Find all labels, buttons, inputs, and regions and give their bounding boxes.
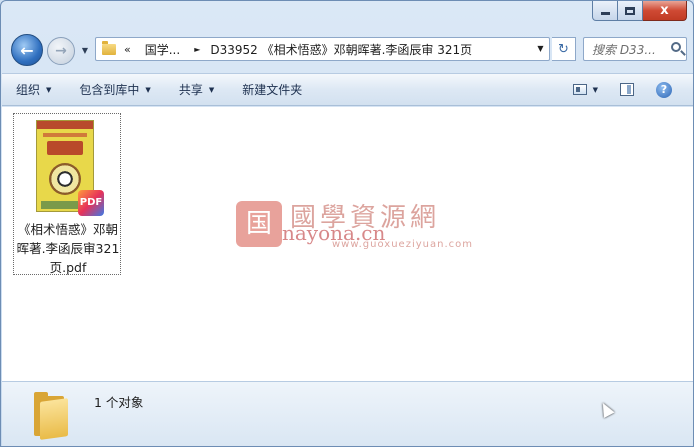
chevron-down-icon: ▼ [208, 85, 215, 94]
pdf-icon: PDF [78, 190, 104, 216]
search-placeholder: 搜索 D33... [592, 42, 656, 57]
watermark-seal: 国 [236, 201, 282, 247]
folder-front [40, 398, 68, 440]
watermark-url: www.guoxueziyuan.com [332, 239, 473, 250]
close-icon: x [660, 3, 669, 18]
folder-icon [102, 40, 116, 55]
command-bar: 组织 ▼ 包含到库中 ▼ 共享 ▼ 新建文件夹 ▼ ? [2, 73, 693, 106]
new-folder-label: 新建文件夹 [242, 83, 303, 97]
thumbnail-band [43, 133, 87, 137]
maximize-button[interactable] [618, 1, 643, 21]
organize-label: 组织 [16, 83, 41, 97]
forward-button[interactable]: → [47, 37, 75, 65]
details-pane: 1 个对象 [2, 381, 693, 446]
change-view-icon[interactable] [572, 84, 587, 95]
recent-pages-button[interactable]: ▼ [79, 45, 91, 57]
navigation-row: ← → ▼ « 国学... ► D33952 《相术悟惑》邓朝晖著.李函辰审 3… [1, 29, 693, 67]
share-button[interactable]: 共享 ▼ [179, 81, 214, 98]
folder-icon [30, 392, 70, 440]
breadcrumb-separator-icon[interactable]: ► [194, 45, 200, 54]
chevron-down-icon: ▼ [145, 85, 151, 94]
include-in-library-label: 包含到库中 [79, 83, 140, 97]
minimize-icon [600, 12, 610, 15]
caption-buttons: x [592, 1, 687, 21]
view-options-button[interactable]: ▼ [593, 86, 598, 94]
help-icon[interactable]: ? [656, 81, 672, 98]
close-button[interactable]: x [643, 1, 687, 21]
preview-pane-icon[interactable] [620, 83, 634, 96]
address-dropdown-button[interactable]: ▼ [532, 38, 549, 60]
share-label: 共享 [178, 83, 203, 97]
thumbnail-bagua-circle [49, 163, 81, 195]
chevron-down-icon: ▼ [81, 46, 89, 55]
item-count: 1 个对象 [94, 395, 144, 410]
back-button[interactable]: ← [11, 34, 43, 66]
chevron-down-icon: ▼ [46, 85, 52, 94]
file-name: 《相术悟惑》邓朝晖著.李函辰审321页.pdf [16, 222, 120, 275]
thumbnail-header [37, 121, 93, 129]
file-item[interactable]: PDF 《相术悟惑》邓朝晖著.李函辰审321页.pdf [13, 113, 121, 275]
breadcrumb-segment-current[interactable]: D33952 《相术悟惑》邓朝晖著.李函辰审 321页 [210, 41, 472, 58]
breadcrumb-segment[interactable]: 国学... [145, 41, 180, 58]
search-icon[interactable] [671, 42, 681, 52]
watermark: 国 國學資源網 nayona.cn www.guoxueziyuan.com [232, 195, 472, 255]
command-bar-right: ▼ ? [572, 74, 693, 105]
include-in-library-button[interactable]: 包含到库中 ▼ [79, 81, 150, 98]
organize-menu-button[interactable]: 组织 ▼ [16, 81, 51, 98]
search-input[interactable]: 搜索 D33... [583, 37, 687, 61]
forward-arrow-icon: → [55, 43, 67, 59]
address-bar[interactable]: « 国学... ► D33952 《相术悟惑》邓朝晖著.李函辰审 321页 ▼ [95, 37, 550, 61]
breadcrumb-overflow-button[interactable]: « [124, 43, 131, 56]
new-folder-button[interactable]: 新建文件夹 [242, 81, 302, 98]
mouse-cursor-icon [597, 400, 615, 418]
thumbnail-title-block [47, 141, 83, 155]
refresh-button[interactable]: ↻ [552, 37, 576, 61]
minimize-button[interactable] [592, 1, 618, 21]
refresh-icon: ↻ [558, 41, 569, 57]
file-list-area[interactable]: PDF 《相术悟惑》邓朝晖著.李函辰审321页.pdf 国 國學資源網 nayo… [2, 107, 693, 381]
explorer-window: x ← → ▼ « 国学... ► D33952 《相术悟惑》邓朝晖著.李函辰审… [0, 0, 694, 447]
back-arrow-icon: ← [20, 40, 34, 60]
maximize-icon [625, 6, 635, 15]
